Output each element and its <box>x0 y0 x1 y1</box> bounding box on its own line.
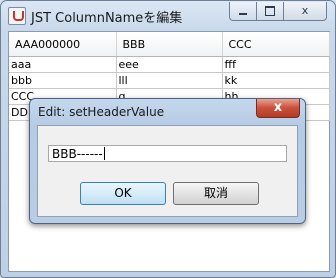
java-app-icon[interactable] <box>8 7 26 25</box>
edit-header-dialog: Edit: setHeaderValue x BBB------ OK 取消 <box>29 98 306 224</box>
ok-button[interactable]: OK <box>80 182 166 205</box>
minimize-button[interactable] <box>229 2 257 21</box>
dialog-title: Edit: setHeaderValue <box>38 105 165 119</box>
caption-buttons: x <box>229 2 327 21</box>
dialog-content: BBB------ OK 取消 <box>37 125 298 217</box>
close-icon: x <box>273 100 283 115</box>
column-header[interactable]: AAA000000 <box>9 32 117 57</box>
header-row: AAA000000 BBB CCC <box>9 32 330 57</box>
maximize-button[interactable] <box>257 2 284 21</box>
header-name-input[interactable]: BBB------ <box>48 145 287 162</box>
close-icon: x <box>301 4 309 17</box>
dialog-close-button[interactable]: x <box>256 99 300 118</box>
table-cell[interactable]: aaa <box>9 56 117 73</box>
table-cell[interactable]: kk <box>222 72 330 89</box>
table-row: bbb lll kk <box>9 72 330 89</box>
column-header[interactable]: CCC <box>222 32 330 57</box>
header-name-value: BBB------ <box>52 147 103 161</box>
cancel-button[interactable]: 取消 <box>173 182 259 205</box>
window-title: JST ColumnNameを編集 <box>31 11 183 26</box>
table-cell[interactable]: fff <box>222 56 330 73</box>
table-cell[interactable]: bbb <box>9 72 117 89</box>
column-header[interactable]: BBB <box>116 32 223 57</box>
table-cell[interactable]: lll <box>116 72 223 89</box>
table-cell[interactable]: eee <box>116 56 223 73</box>
table-row: aaa eee fff <box>9 56 330 73</box>
close-button[interactable]: x <box>284 2 327 21</box>
text-caret <box>103 147 105 160</box>
title-bar[interactable]: JST ColumnNameを編集 x <box>1 1 335 31</box>
